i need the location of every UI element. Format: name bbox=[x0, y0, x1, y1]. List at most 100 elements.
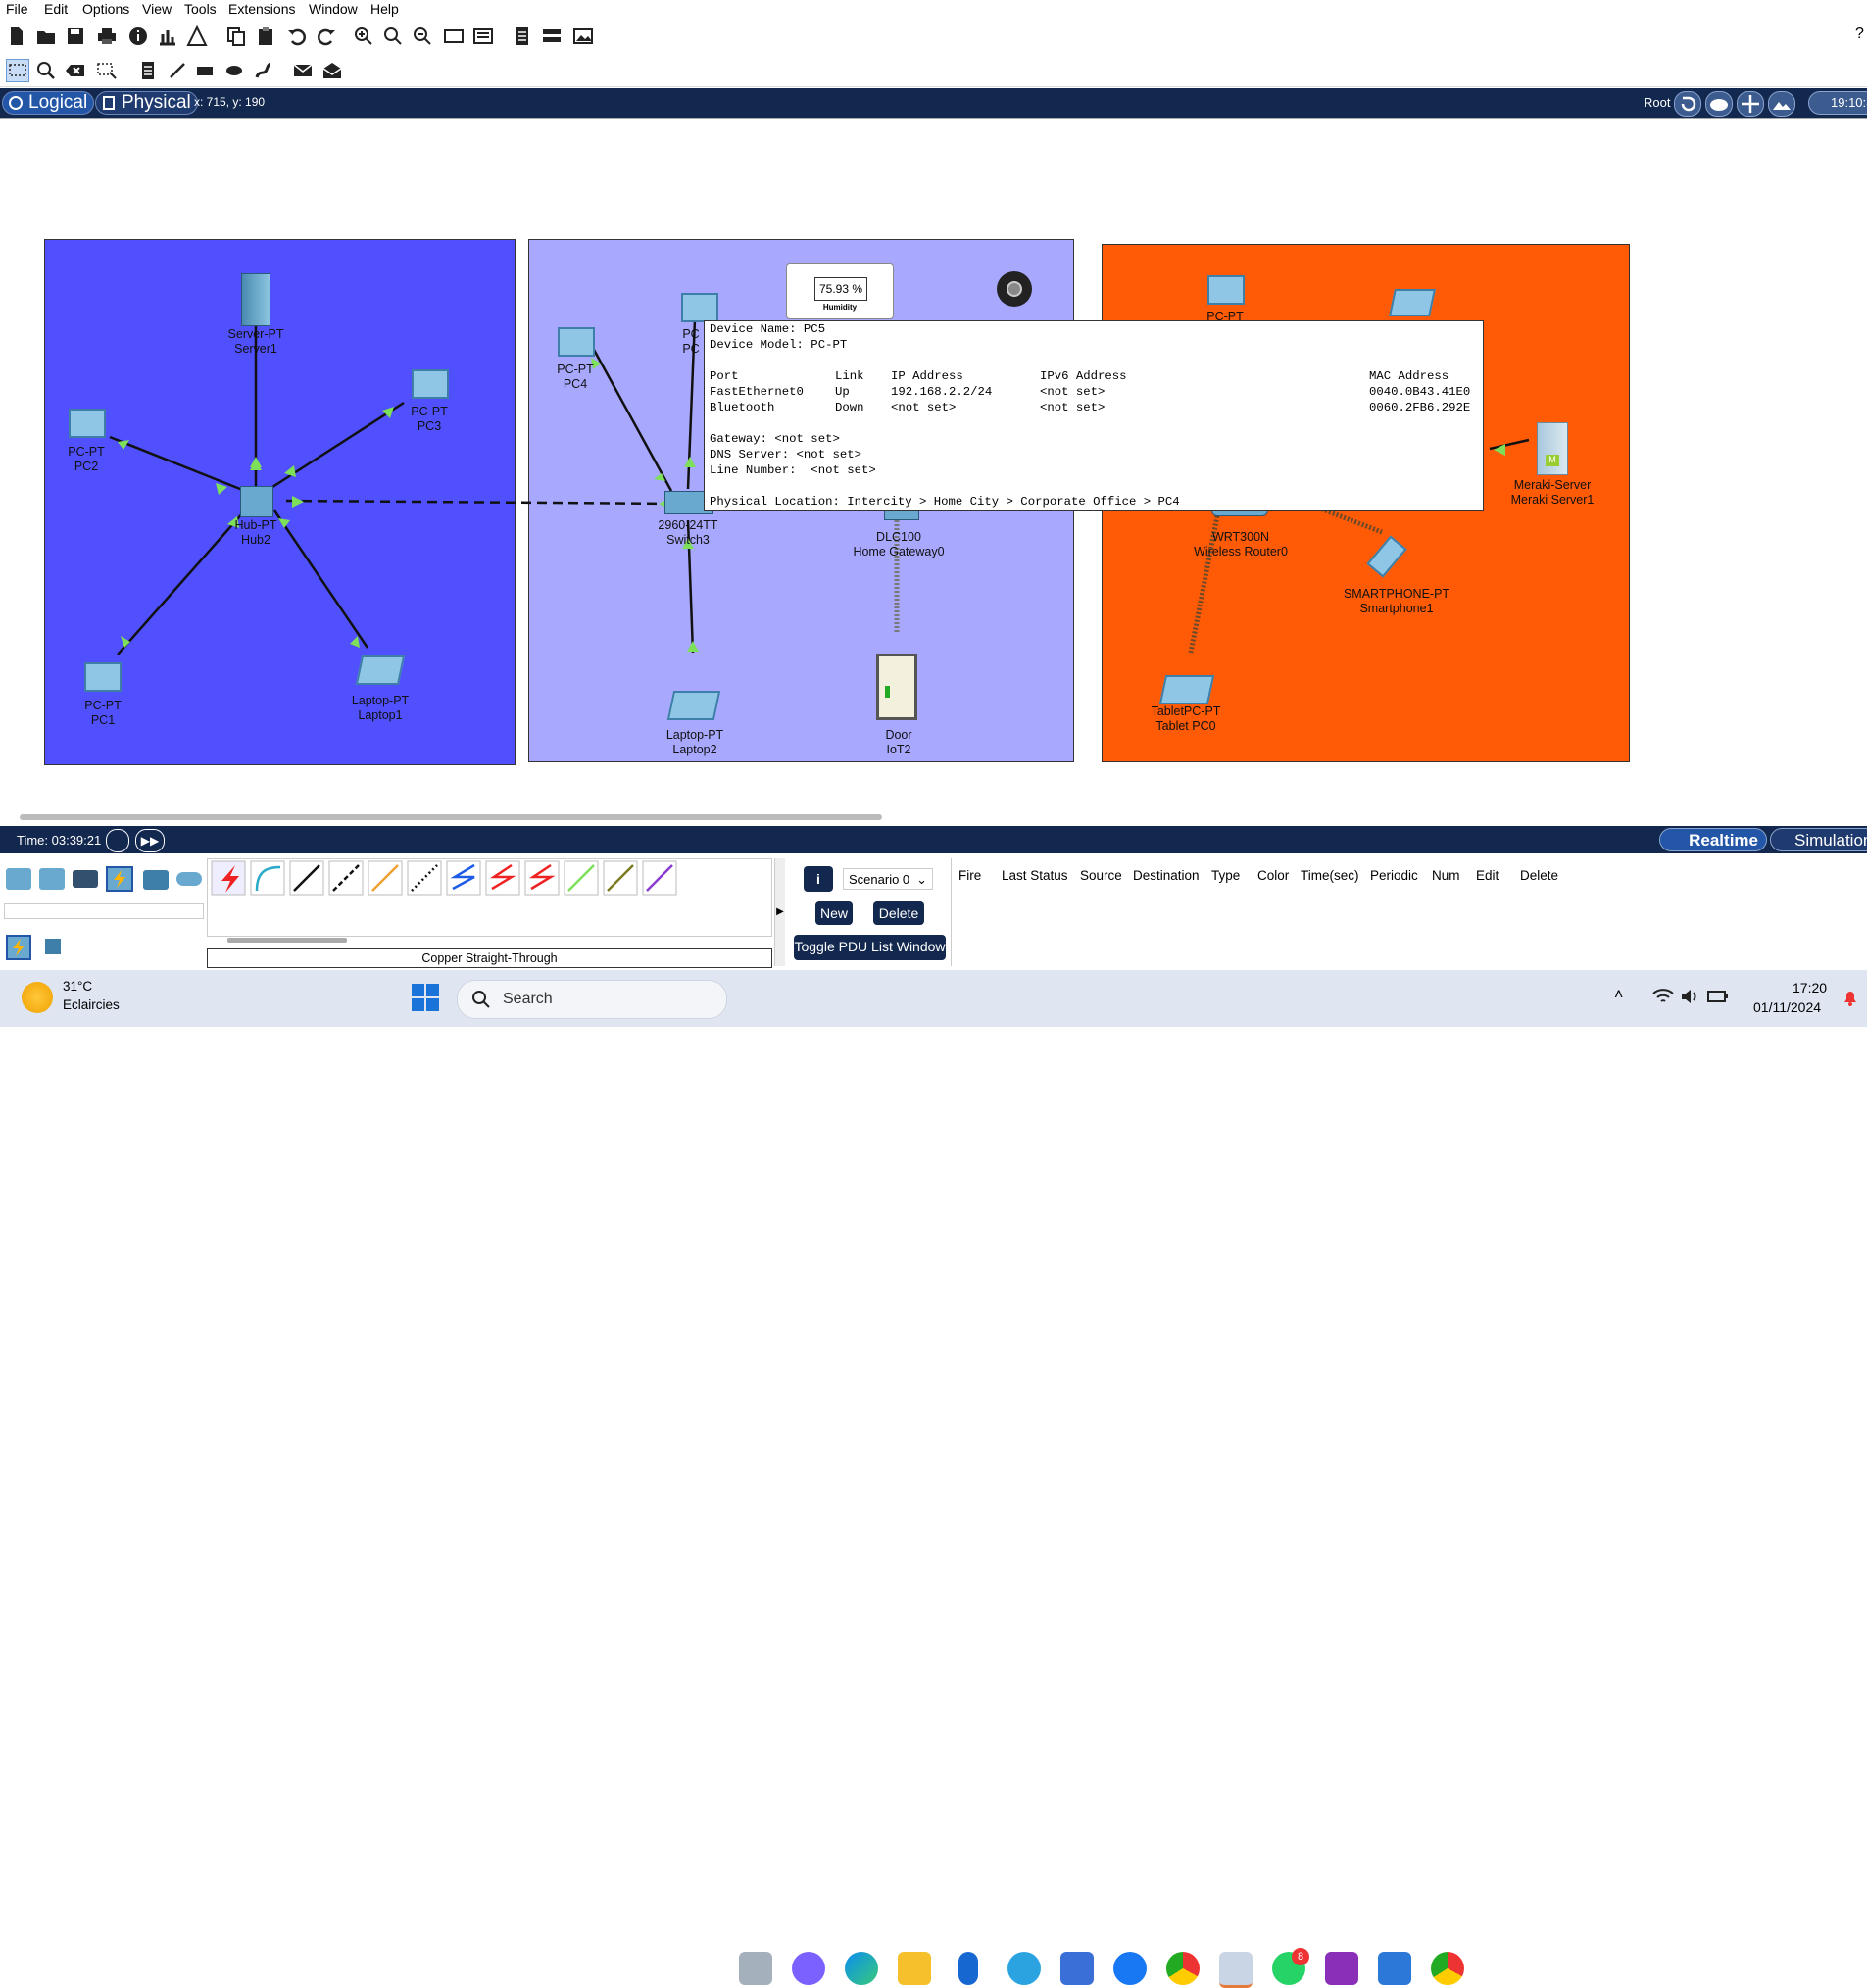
task-view-icon[interactable] bbox=[739, 1952, 772, 1985]
info-icon[interactable] bbox=[127, 25, 149, 47]
zoom-out-icon[interactable] bbox=[412, 25, 433, 47]
background-image-icon[interactable] bbox=[1768, 91, 1795, 117]
grid-icon[interactable] bbox=[45, 939, 61, 954]
packet-tracer-icon[interactable] bbox=[1219, 1952, 1253, 1988]
draw-ellipse-icon[interactable] bbox=[223, 60, 245, 81]
notification-bell-icon[interactable] bbox=[1841, 988, 1860, 1007]
chrome-profile-icon[interactable] bbox=[1431, 1952, 1464, 1985]
teams-icon[interactable] bbox=[792, 1952, 825, 1985]
scenario-select[interactable]: Scenario 0 ⌄ bbox=[843, 868, 933, 890]
simulation-mode-button[interactable]: Simulation bbox=[1770, 828, 1867, 851]
zoom-reset-icon[interactable] bbox=[382, 25, 404, 47]
pdf-app-icon[interactable] bbox=[1325, 1952, 1358, 1985]
redo-icon[interactable] bbox=[316, 25, 337, 47]
whatsapp-icon[interactable]: 8 bbox=[1272, 1948, 1309, 1985]
file-explorer-icon[interactable] bbox=[898, 1952, 931, 1985]
resize-shape-icon[interactable] bbox=[96, 60, 118, 81]
move-object-icon[interactable] bbox=[1737, 91, 1764, 117]
tablet-device[interactable] bbox=[1158, 675, 1215, 704]
activity-wizard-icon[interactable] bbox=[186, 25, 208, 47]
cable-scrollbar[interactable] bbox=[227, 938, 347, 943]
taskbar-search[interactable]: Search bbox=[457, 980, 727, 1019]
components-icon[interactable] bbox=[73, 870, 98, 888]
open-folder-icon[interactable] bbox=[35, 25, 57, 47]
meraki-server-device[interactable]: M bbox=[1537, 422, 1568, 475]
draw-line-icon[interactable] bbox=[167, 60, 188, 81]
cluster-icon[interactable] bbox=[1705, 91, 1733, 117]
complex-pdu-icon[interactable] bbox=[321, 60, 343, 81]
network-devices-icon[interactable] bbox=[6, 868, 31, 890]
store-icon[interactable] bbox=[1060, 1952, 1094, 1985]
menu-help[interactable]: Help bbox=[370, 1, 399, 17]
menu-view[interactable]: View bbox=[142, 1, 172, 17]
logical-tab[interactable]: Logical bbox=[2, 91, 95, 115]
laptop-orange-device[interactable] bbox=[1389, 289, 1436, 316]
misc-icon[interactable] bbox=[143, 870, 169, 890]
help-icon[interactable]: ? bbox=[1855, 25, 1864, 43]
network-info-icon[interactable] bbox=[157, 25, 178, 47]
canvas-scrollbar[interactable] bbox=[20, 814, 882, 820]
toggle-pdu-list-button[interactable]: Toggle PDU List Window bbox=[794, 935, 946, 960]
menu-file[interactable]: File bbox=[6, 1, 28, 17]
server1-device[interactable] bbox=[241, 273, 270, 326]
freeform-icon[interactable] bbox=[253, 60, 274, 81]
door-device[interactable] bbox=[876, 654, 917, 720]
multiuser-icon[interactable] bbox=[176, 872, 202, 886]
pc5-device[interactable] bbox=[681, 293, 718, 322]
pc3-device[interactable] bbox=[412, 369, 449, 399]
inspect-icon[interactable] bbox=[35, 60, 57, 81]
delete-scenario-button[interactable]: Delete bbox=[873, 901, 924, 925]
laptop1-device[interactable] bbox=[355, 655, 406, 685]
copy-icon[interactable] bbox=[225, 25, 247, 47]
print-icon[interactable] bbox=[96, 25, 118, 47]
place-note-icon[interactable] bbox=[137, 60, 159, 81]
save-icon[interactable] bbox=[65, 25, 86, 47]
volume-icon[interactable] bbox=[1680, 988, 1701, 1005]
zoom-in-icon[interactable] bbox=[353, 25, 374, 47]
battery-icon[interactable] bbox=[1707, 988, 1729, 1005]
paste-icon[interactable] bbox=[255, 25, 276, 47]
pc4-device[interactable] bbox=[558, 327, 595, 357]
realtime-mode-button[interactable]: Realtime bbox=[1659, 828, 1767, 851]
wifi-icon[interactable] bbox=[1652, 988, 1674, 1005]
delete-icon[interactable] bbox=[65, 60, 86, 81]
menu-tools[interactable]: Tools bbox=[184, 1, 217, 17]
notes-icon[interactable] bbox=[512, 25, 533, 47]
laptop2-device[interactable] bbox=[666, 691, 721, 720]
webcam-device[interactable] bbox=[997, 271, 1032, 307]
menu-options[interactable]: Options bbox=[82, 1, 129, 17]
connections-icon[interactable] bbox=[106, 866, 133, 892]
chrome-icon[interactable] bbox=[1166, 1952, 1200, 1985]
back-icon[interactable] bbox=[1674, 91, 1701, 117]
tray-chevron-icon[interactable]: ˄ bbox=[1614, 987, 1623, 1004]
connections-subtype-icon[interactable] bbox=[6, 935, 31, 960]
pdu-info-icon[interactable]: i bbox=[804, 866, 833, 892]
category-search[interactable] bbox=[4, 903, 204, 919]
custom-device-icon[interactable] bbox=[472, 25, 494, 47]
telegram-icon[interactable] bbox=[1007, 1952, 1041, 1985]
facebook-icon[interactable] bbox=[1113, 1952, 1147, 1985]
photos-icon[interactable] bbox=[1378, 1952, 1411, 1985]
draw-rectangle-icon[interactable] bbox=[194, 60, 216, 81]
panel-collapse-arrow[interactable]: ▶ bbox=[774, 858, 785, 966]
image-icon[interactable] bbox=[572, 25, 594, 47]
start-icon[interactable] bbox=[412, 984, 441, 1013]
bluetooth-icon[interactable] bbox=[958, 1952, 978, 1985]
weather-icon[interactable] bbox=[22, 982, 53, 1013]
simple-pdu-icon[interactable] bbox=[292, 60, 314, 81]
end-devices-icon[interactable] bbox=[39, 868, 65, 890]
humidity-sensor[interactable]: 75.93 % Humidity bbox=[786, 263, 894, 319]
fast-forward-icon[interactable]: ▶▶ bbox=[135, 829, 165, 852]
physical-tab[interactable]: Physical bbox=[95, 91, 198, 115]
drawing-palette-icon[interactable] bbox=[443, 25, 465, 47]
viewport-clock[interactable]: 19:10:3 bbox=[1808, 91, 1867, 115]
new-file-icon[interactable] bbox=[6, 25, 27, 47]
device-list-icon[interactable] bbox=[541, 25, 563, 47]
hub2-device[interactable] bbox=[240, 486, 273, 517]
menu-extensions[interactable]: Extensions bbox=[228, 1, 295, 17]
pc1-device[interactable] bbox=[84, 662, 122, 692]
new-scenario-button[interactable]: New bbox=[815, 901, 853, 925]
menu-edit[interactable]: Edit bbox=[44, 1, 68, 17]
pc2-device[interactable] bbox=[69, 409, 106, 438]
power-cycle-icon[interactable] bbox=[106, 829, 129, 852]
